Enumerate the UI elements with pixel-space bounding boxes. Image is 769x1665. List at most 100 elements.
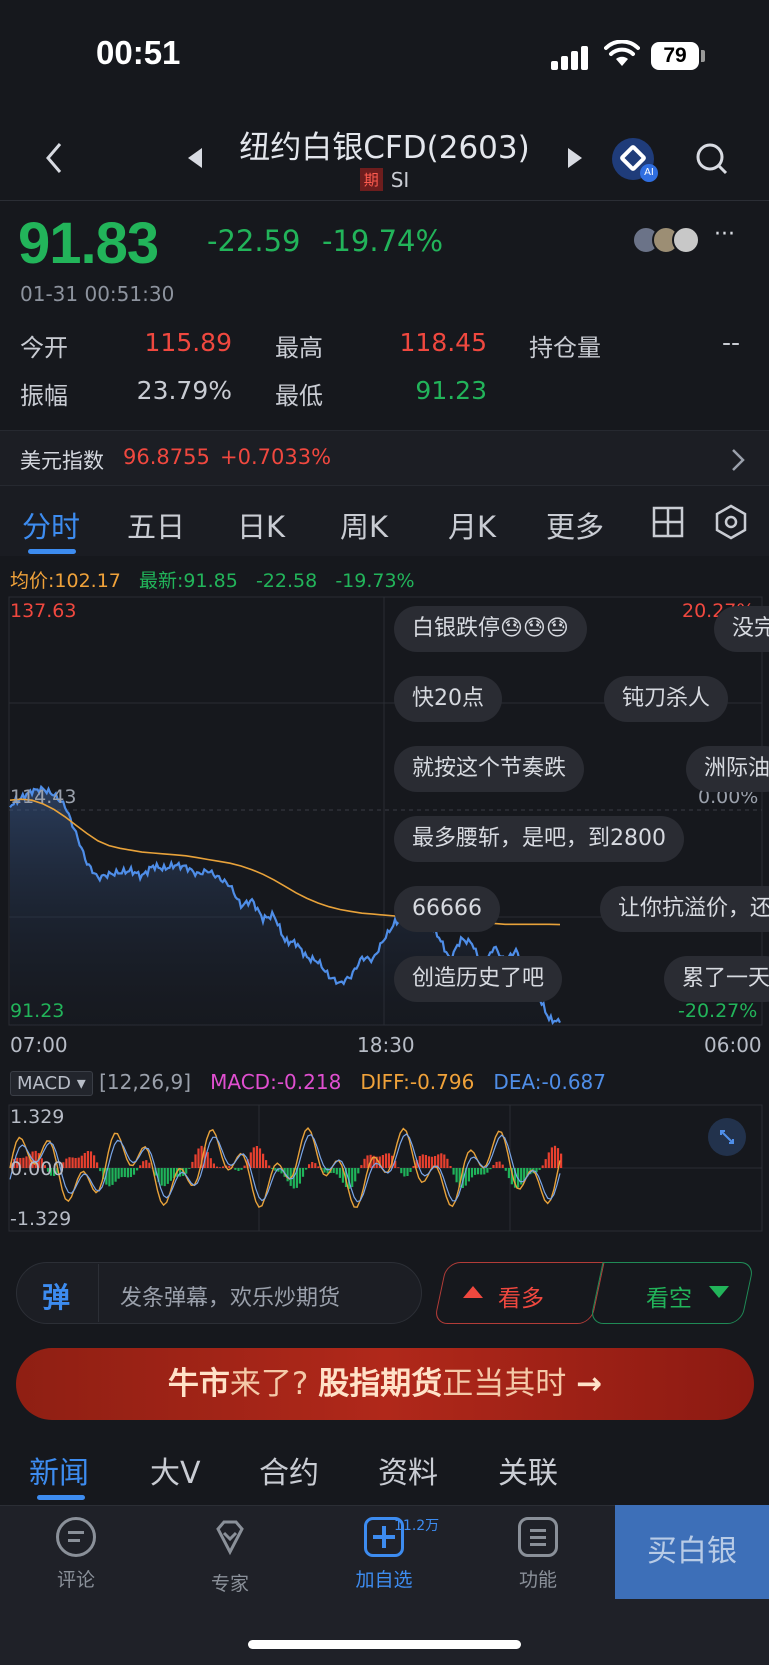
tab-weekly-k[interactable]: 周K xyxy=(340,504,388,546)
battery-icon: 79 xyxy=(651,42,699,70)
macd-bar xyxy=(160,1168,163,1186)
danmaku-bullet[interactable]: 66666 xyxy=(394,886,500,932)
comment-icon xyxy=(56,1517,96,1557)
macd-legend: MACD ▾ [12,26,9] MACD:-0.218 DIFF:-0.796… xyxy=(10,1070,606,1096)
expert-button[interactable]: 专家 xyxy=(180,1517,280,1596)
danmaku-bullet[interactable]: 累了一天 xyxy=(664,956,769,1002)
macd-bar xyxy=(421,1154,424,1168)
macd-bar xyxy=(452,1168,455,1175)
pct-axis-bottom: -20.27% xyxy=(678,1000,758,1022)
diff-value: DIFF:-0.796 xyxy=(360,1070,475,1094)
tab-daily-k[interactable]: 日K xyxy=(237,504,285,546)
latest-price: 最新:91.85 xyxy=(139,570,238,592)
low-label: 最低 xyxy=(275,382,323,410)
battery-cap xyxy=(701,50,705,62)
more-icon[interactable]: ··· xyxy=(714,222,735,247)
dollar-index-row[interactable]: 美元指数 96.8755 +0.7033% xyxy=(0,430,769,486)
macd-bar xyxy=(523,1168,526,1181)
futures-tag: 期 xyxy=(359,168,383,191)
settings-icon[interactable] xyxy=(714,504,748,540)
macd-chart[interactable] xyxy=(8,1104,763,1232)
price-change: -22.59 xyxy=(207,224,301,258)
tab-big-v[interactable]: 大V xyxy=(150,1448,201,1492)
indicator-select[interactable]: MACD ▾ xyxy=(10,1071,93,1096)
expert-label: 专家 xyxy=(210,1573,249,1595)
danmaku-bullet[interactable]: 创造历史了吧 xyxy=(394,956,563,1002)
macd-bar xyxy=(550,1147,553,1168)
macd-bar xyxy=(538,1168,541,1170)
macd-bar xyxy=(215,1166,219,1168)
promo-banner[interactable]: 牛市来了? 股指期货正当其时 → xyxy=(16,1348,754,1420)
bullish-label[interactable]: 看多 xyxy=(498,1279,544,1313)
function-label: 功能 xyxy=(518,1569,557,1591)
signal-icon xyxy=(551,44,591,70)
danmaku-bullet[interactable]: 白银跌停😓😓😓 xyxy=(394,606,587,652)
macd-bar xyxy=(400,1168,403,1174)
header-divider xyxy=(0,200,769,201)
comment-label: 评论 xyxy=(56,1569,95,1591)
macd-bar xyxy=(305,1168,308,1170)
tab-related[interactable]: 关联 xyxy=(498,1448,558,1492)
macd-bar xyxy=(409,1168,412,1172)
danmaku-bullet[interactable]: 就按这个节奏跌 xyxy=(394,746,585,792)
dollar-index-change: +0.7033% xyxy=(220,445,332,469)
indicator-select-label: MACD xyxy=(17,1073,71,1094)
danmaku-bullet[interactable]: 洲际油 xyxy=(686,746,769,792)
macd-bar xyxy=(132,1168,136,1175)
tab-more[interactable]: 更多 xyxy=(546,504,604,546)
macd-bar xyxy=(74,1158,77,1168)
x-axis-end: 06:00 xyxy=(704,1033,762,1057)
macd-bar xyxy=(166,1168,169,1184)
up-arrow-icon xyxy=(463,1286,483,1298)
macd-bar xyxy=(145,1160,148,1168)
macd-bar xyxy=(360,1165,363,1168)
ai-assistant-button[interactable]: AI xyxy=(612,138,658,182)
macd-bar xyxy=(507,1168,510,1179)
tab-intraday[interactable]: 分时 xyxy=(22,504,80,546)
macd-bar xyxy=(68,1157,71,1168)
buy-silver-button[interactable]: 买白银 xyxy=(615,1505,769,1599)
macd-bar xyxy=(114,1168,117,1182)
tab-info[interactable]: 资料 xyxy=(378,1448,438,1492)
tab-contract[interactable]: 合约 xyxy=(259,1448,319,1492)
danmaku-bullet[interactable]: 钝刀杀人 xyxy=(604,676,729,722)
danmaku-bullet[interactable]: 没完 xyxy=(714,606,769,652)
tab-news[interactable]: 新闻 xyxy=(29,1448,89,1492)
macd-bar xyxy=(381,1155,384,1168)
search-icon[interactable] xyxy=(694,141,730,177)
macd-bar xyxy=(194,1154,197,1168)
macd-y-top: 1.329 xyxy=(10,1106,65,1128)
danmaku-bullet[interactable]: 让你抗溢价，还 xyxy=(600,886,769,932)
function-button[interactable]: 功能 xyxy=(488,1517,588,1592)
macd-y-bottom: -1.329 xyxy=(10,1208,72,1230)
comment-button[interactable]: 评论 xyxy=(26,1517,126,1592)
macd-bar xyxy=(440,1153,443,1168)
macd-bar xyxy=(197,1148,200,1168)
intraday-chart[interactable] xyxy=(8,596,763,1026)
macd-bar xyxy=(243,1165,246,1168)
expand-icon xyxy=(720,1130,734,1144)
macd-bar xyxy=(265,1160,268,1168)
x-axis-mid: 18:30 xyxy=(357,1033,415,1057)
home-indicator xyxy=(248,1640,521,1649)
diamond-icon xyxy=(216,1520,244,1556)
bearish-label[interactable]: 看空 xyxy=(646,1279,692,1313)
danmaku-placeholder[interactable]: 发条弹幕，欢乐炒期货 xyxy=(120,1280,340,1312)
macd-bar xyxy=(71,1157,74,1168)
macd-bar xyxy=(93,1155,96,1168)
danmaku-bullet[interactable]: 最多腰斩，是吧，到2800 xyxy=(394,816,684,862)
open-interest-value: -- xyxy=(721,328,740,357)
macd-bar xyxy=(258,1148,262,1168)
amplitude-label: 振幅 xyxy=(20,382,68,410)
tab-five-day[interactable]: 五日 xyxy=(127,504,185,546)
macd-bar xyxy=(467,1168,470,1182)
expand-chart-button[interactable] xyxy=(708,1118,746,1156)
followers-avatars[interactable] xyxy=(632,226,704,254)
danmaku-icon[interactable]: 弹 xyxy=(42,1276,70,1316)
next-instrument-icon[interactable] xyxy=(566,146,584,170)
grid-layout-icon[interactable] xyxy=(652,506,684,538)
danmaku-bullet[interactable]: 快20点 xyxy=(394,676,502,722)
tab-monthly-k[interactable]: 月K xyxy=(448,504,496,546)
macd-bar xyxy=(354,1168,357,1182)
macd-bar xyxy=(65,1158,68,1168)
